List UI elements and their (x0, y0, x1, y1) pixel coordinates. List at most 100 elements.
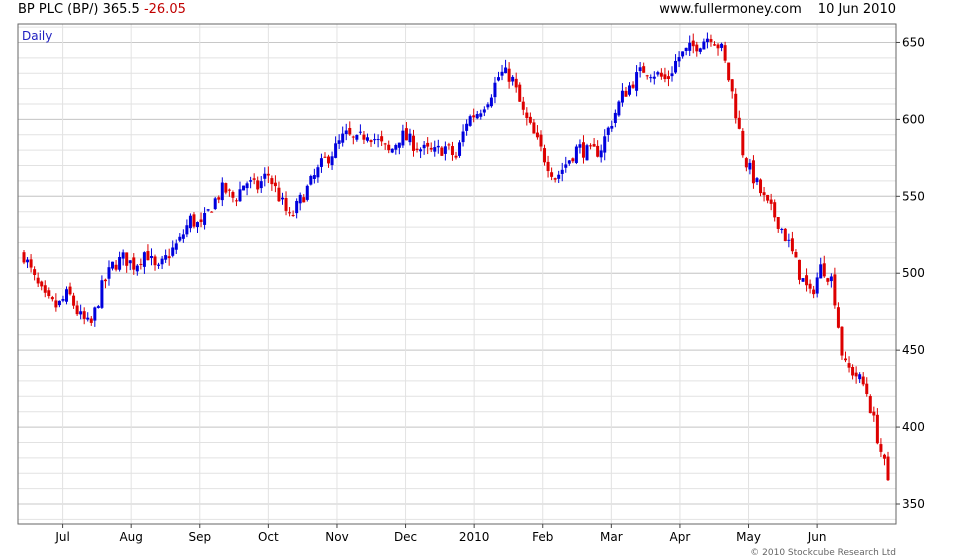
period-label: Daily (22, 29, 52, 43)
candle-up (259, 176, 263, 193)
candle-body (659, 72, 663, 77)
x-tick-label: Apr (670, 530, 691, 544)
candle-body (213, 198, 217, 210)
candles (22, 32, 890, 482)
candle-body (454, 155, 458, 158)
candle-body (181, 234, 185, 239)
candle-body (26, 259, 30, 263)
candle-up (500, 64, 504, 81)
candle-up (574, 144, 578, 165)
candle-body (514, 78, 518, 88)
candle-down (751, 155, 755, 189)
candle-body (157, 264, 161, 266)
candle-body (383, 143, 387, 145)
candle-down (847, 356, 851, 373)
candle-body (557, 174, 561, 179)
candle-body (277, 187, 281, 202)
candle-body (422, 144, 426, 149)
candle-body (57, 300, 61, 306)
candle-body (433, 147, 437, 152)
candle-body (369, 140, 373, 143)
candle-body (691, 40, 695, 47)
candle-body (100, 280, 104, 308)
candle-down (525, 107, 529, 126)
candle-down (415, 142, 419, 153)
candle-body (75, 305, 79, 315)
price-chart: 350 400 450 500 550 600 650 Jul Aug Sep Oct Nov Dec… (17, 23, 925, 544)
candle-body (397, 142, 401, 148)
candle-up (408, 128, 412, 146)
candle-body (341, 133, 345, 143)
candle-body (164, 255, 168, 260)
candle-body (496, 77, 500, 81)
candle-up (26, 257, 30, 269)
candle-body (847, 363, 851, 368)
candle-body (344, 130, 348, 135)
candle-up (670, 66, 674, 82)
candle-body (107, 267, 111, 279)
candle-body (284, 198, 288, 211)
candle-body (298, 194, 302, 204)
candle-body (220, 182, 224, 201)
candle-body (440, 147, 444, 156)
candle-body (737, 117, 741, 129)
candle-up (787, 233, 791, 248)
candle-down (879, 438, 883, 457)
candle-body (458, 142, 462, 156)
candle-body (196, 222, 200, 228)
candle-down (550, 167, 554, 181)
candle-body (564, 164, 568, 168)
candle-body (447, 144, 451, 146)
candle-body (118, 256, 122, 270)
candle-up (649, 74, 653, 83)
candle-up (316, 164, 320, 183)
candle-body (365, 137, 369, 141)
x-tick-label: Jun (807, 530, 827, 544)
candle-body (337, 140, 341, 144)
candle-body (504, 67, 508, 74)
candle-down (351, 135, 355, 145)
candle-body (585, 145, 589, 161)
candle-down (737, 110, 741, 130)
candle-up (245, 181, 249, 196)
candle-up (511, 75, 515, 86)
candle-body (840, 326, 844, 356)
candle-down (380, 130, 384, 147)
x-tick-label: Dec (394, 530, 417, 544)
candle-down (234, 198, 238, 207)
candle-up (489, 94, 493, 108)
candle-up (135, 263, 139, 276)
candle-up (309, 174, 313, 186)
candle-up (174, 239, 178, 255)
candle-body (649, 77, 653, 79)
x-tick-label: Jul (54, 530, 69, 544)
candle-up (79, 304, 83, 320)
candle-body (794, 251, 798, 258)
x-tick-label: Feb (532, 530, 553, 544)
candle-body (808, 283, 812, 289)
candle-body (394, 145, 398, 150)
candle-down (535, 125, 539, 140)
candle-body (408, 133, 412, 143)
candle-body (358, 131, 362, 133)
candle-body (844, 358, 848, 361)
candle-body (174, 243, 178, 250)
candle-body (755, 178, 759, 183)
candle-down (875, 408, 879, 445)
candle-body (479, 113, 483, 117)
candle-body (291, 214, 295, 216)
candle-up (263, 167, 267, 187)
candle-body (518, 84, 522, 102)
candle-body (295, 200, 299, 214)
candle-down (270, 175, 274, 191)
candle-down (759, 178, 763, 197)
candle-down (348, 121, 352, 136)
candle-down (114, 260, 118, 272)
x-tick-label: 2010 (459, 530, 490, 544)
copyright-notice: © 2010 Stockcube Research Ltd (750, 548, 896, 558)
candle-body (96, 306, 100, 308)
candle-up (638, 62, 642, 78)
candle-body (376, 139, 380, 141)
candle-body (217, 197, 221, 200)
candle-down (426, 137, 430, 155)
